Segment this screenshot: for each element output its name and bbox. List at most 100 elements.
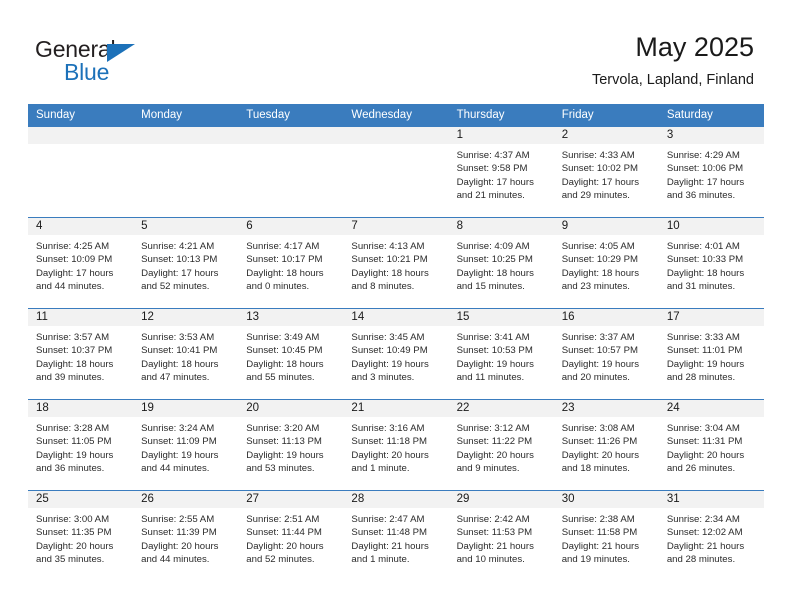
day-details: Sunrise: 3:00 AM Sunset: 11:35 PM Daylight… [28, 508, 133, 567]
calendar-day-cell[interactable]: 18 Sunrise: 3:28 AM Sunset: 11:05 PM Daylig… [28, 399, 134, 491]
sunset-text: Sunset: 11:58 PM [561, 527, 638, 539]
calendar-day-cell[interactable]: 23 Sunrise: 3:08 AM Sunset: 11:26 PM Daylig… [553, 399, 659, 491]
calendar-day-cell[interactable]: 16 Sunrise: 3:37 AM Sunset: 10:57 PM Daylig… [553, 308, 659, 400]
sunrise-text: Sunrise: 2:34 AM [666, 514, 740, 525]
weekday-header-thursday: Thursday [448, 104, 554, 127]
sunset-text: Sunset: 11:44 PM [246, 527, 322, 539]
calendar-day-cell[interactable]: 14 Sunrise: 3:45 AM Sunset: 10:49 PM Daylig… [343, 308, 449, 400]
daylight-text-line2: and 36 minutes. [666, 190, 736, 202]
day-details: Sunrise: 3:04 AM Sunset: 11:31 PM Daylight… [659, 417, 764, 476]
calendar-day-cell[interactable]: 31 Sunrise: 2:34 AM Sunset: 12:02 AM Daylig… [658, 490, 764, 581]
calendar-day-cell[interactable]: 7 Sunrise: 4:13 AM Sunset: 10:21 PM Dayligh… [343, 217, 449, 309]
calendar-day-cell[interactable]: 22 Sunrise: 3:12 AM Sunset: 11:22 PM Daylig… [448, 399, 554, 491]
calendar-day-cell[interactable]: 2 Sunrise: 4:33 AM Sunset: 10:02 PM Dayligh… [553, 126, 659, 218]
daylight-text-line1: Daylight: 20 hours [666, 449, 745, 461]
sunset-text: Sunset: 11:35 PM [36, 527, 112, 539]
day-details: Sunrise: 3:24 AM Sunset: 11:09 PM Daylight… [133, 417, 238, 476]
day-details: Sunrise: 2:55 AM Sunset: 11:39 PM Daylight… [133, 508, 238, 567]
calendar-day-cell[interactable]: 12 Sunrise: 3:53 AM Sunset: 10:41 PM Daylig… [133, 308, 239, 400]
day-details: Sunrise: 4:33 AM Sunset: 10:02 PM Daylight… [554, 144, 659, 203]
day-cell-inner: 21 Sunrise: 3:16 AM Sunset: 11:18 PM Daylig… [343, 400, 449, 490]
day-number: 21 [343, 400, 449, 417]
sunset-text: Sunset: 10:13 PM [141, 254, 218, 266]
calendar-day-cell[interactable]: 8 Sunrise: 4:09 AM Sunset: 10:25 PM Dayligh… [448, 217, 554, 309]
calendar-day-cell[interactable]: 29 Sunrise: 2:42 AM Sunset: 11:53 PM Daylig… [448, 490, 554, 581]
day-number: 23 [553, 400, 659, 417]
calendar-day-cell[interactable]: 25 Sunrise: 3:00 AM Sunset: 11:35 PM Daylig… [28, 490, 134, 581]
sunset-text: Sunset: 10:57 PM [561, 345, 638, 357]
general-blue-logo[interactable]: General Blue [35, 36, 235, 92]
day-cell-inner: 17 Sunrise: 3:33 AM Sunset: 11:01 PM Daylig… [658, 309, 764, 399]
sunset-text: Sunset: 10:41 PM [141, 345, 218, 357]
day-number: 6 [238, 218, 344, 235]
calendar-day-cell[interactable]: 1 Sunrise: 4:37 AM Sunset: 9:58 PM Daylight… [448, 126, 554, 218]
day-details: Sunrise: 3:08 AM Sunset: 11:26 PM Daylight… [554, 417, 659, 476]
weekday-header-tuesday: Tuesday [238, 104, 344, 127]
calendar-day-cell[interactable]: 28 Sunrise: 2:47 AM Sunset: 11:48 PM Daylig… [343, 490, 449, 581]
day-details: Sunrise: 4:29 AM Sunset: 10:06 PM Daylight… [659, 144, 764, 203]
daylight-text-line1: Daylight: 21 hours [666, 540, 745, 552]
calendar-day-cell[interactable]: 19 Sunrise: 3:24 AM Sunset: 11:09 PM Daylig… [133, 399, 239, 491]
day-details: Sunrise: 4:09 AM Sunset: 10:25 PM Daylight… [449, 235, 554, 294]
calendar-day-cell[interactable]: 17 Sunrise: 3:33 AM Sunset: 11:01 PM Daylig… [658, 308, 764, 400]
sunset-text: Sunset: 11:13 PM [246, 436, 322, 448]
sunrise-text: Sunrise: 3:37 AM [561, 332, 635, 343]
calendar-day-cell[interactable]: 20 Sunrise: 3:20 AM Sunset: 11:13 PM Daylig… [238, 399, 344, 491]
calendar-day-cell[interactable]: 26 Sunrise: 2:55 AM Sunset: 11:39 PM Daylig… [133, 490, 239, 581]
sunrise-text: Sunrise: 4:01 AM [666, 241, 740, 252]
sunrise-text: Sunrise: 3:45 AM [351, 332, 425, 343]
calendar-day-cell[interactable]: 6 Sunrise: 4:17 AM Sunset: 10:17 PM Dayligh… [238, 217, 344, 309]
day-details: Sunrise: 4:13 AM Sunset: 10:21 PM Daylight… [343, 235, 448, 294]
day-number: 14 [343, 309, 449, 326]
calendar-day-cell[interactable]: 10 Sunrise: 4:01 AM Sunset: 10:33 PM Daylig… [658, 217, 764, 309]
daylight-text-line2: and 36 minutes. [36, 463, 105, 475]
sunset-text: Sunset: 10:25 PM [456, 254, 533, 266]
daylight-text-line1: Daylight: 17 hours [456, 176, 534, 188]
calendar-day-cell[interactable]: 15 Sunrise: 3:41 AM Sunset: 10:53 PM Daylig… [448, 308, 554, 400]
day-cell-inner: 26 Sunrise: 2:55 AM Sunset: 11:39 PM Daylig… [133, 491, 239, 581]
day-number [28, 127, 134, 144]
calendar-day-cell[interactable]: 4 Sunrise: 4:25 AM Sunset: 10:09 PM Dayligh… [28, 217, 134, 309]
calendar-day-cell[interactable]: 9 Sunrise: 4:05 AM Sunset: 10:29 PM Dayligh… [553, 217, 659, 309]
day-number: 26 [133, 491, 239, 508]
sunset-text: Sunset: 10:21 PM [351, 254, 428, 266]
daylight-text-line1: Daylight: 19 hours [561, 358, 640, 370]
daylight-text-line2: and 31 minutes. [666, 281, 736, 293]
sunset-text: Sunset: 11:31 PM [666, 436, 743, 448]
day-cell-inner: 14 Sunrise: 3:45 AM Sunset: 10:49 PM Daylig… [343, 309, 449, 399]
calendar-day-cell[interactable]: 27 Sunrise: 2:51 AM Sunset: 11:44 PM Daylig… [238, 490, 344, 581]
daylight-text-line1: Daylight: 18 hours [351, 267, 429, 279]
calendar-day-cell-empty [343, 126, 449, 218]
daylight-text-line2: and 1 minute. [351, 463, 410, 475]
sunrise-text: Sunrise: 4:33 AM [561, 150, 635, 161]
sunrise-text: Sunrise: 4:29 AM [666, 150, 740, 161]
day-cell-inner: 19 Sunrise: 3:24 AM Sunset: 11:09 PM Daylig… [133, 400, 239, 490]
day-cell-inner: 12 Sunrise: 3:53 AM Sunset: 10:41 PM Daylig… [133, 309, 239, 399]
sunset-text: Sunset: 10:09 PM [36, 254, 113, 266]
daylight-text-line2: and 1 minute. [351, 554, 410, 566]
calendar-week-row: 25 Sunrise: 3:00 AM Sunset: 11:35 PM Daylig… [28, 490, 764, 581]
day-cell-inner: 29 Sunrise: 2:42 AM Sunset: 11:53 PM Daylig… [448, 491, 554, 581]
calendar-day-cell-empty [28, 126, 134, 218]
calendar-day-cell[interactable]: 13 Sunrise: 3:49 AM Sunset: 10:45 PM Daylig… [238, 308, 344, 400]
daylight-text-line1: Daylight: 18 hours [36, 358, 114, 370]
day-cell-inner: 25 Sunrise: 3:00 AM Sunset: 11:35 PM Daylig… [28, 491, 134, 581]
day-number: 10 [658, 218, 764, 235]
daylight-text-line1: Daylight: 19 hours [141, 449, 219, 461]
day-details [28, 144, 133, 149]
calendar-day-cell[interactable]: 24 Sunrise: 3:04 AM Sunset: 11:31 PM Daylig… [658, 399, 764, 491]
calendar-week-row: 4 Sunrise: 4:25 AM Sunset: 10:09 PM Dayligh… [28, 217, 764, 309]
daylight-text-line2: and 44 minutes. [141, 463, 210, 475]
day-details: Sunrise: 4:37 AM Sunset: 9:58 PM Daylight:… [449, 144, 554, 203]
calendar-day-cell[interactable]: 11 Sunrise: 3:57 AM Sunset: 10:37 PM Daylig… [28, 308, 134, 400]
sunrise-text: Sunrise: 3:24 AM [141, 423, 215, 434]
calendar-day-cell[interactable]: 30 Sunrise: 2:38 AM Sunset: 11:58 PM Daylig… [553, 490, 659, 581]
calendar-day-cell[interactable]: 3 Sunrise: 4:29 AM Sunset: 10:06 PM Dayligh… [658, 126, 764, 218]
calendar-day-cell[interactable]: 5 Sunrise: 4:21 AM Sunset: 10:13 PM Dayligh… [133, 217, 239, 309]
sunrise-text: Sunrise: 2:38 AM [561, 514, 635, 525]
calendar-day-cell[interactable]: 21 Sunrise: 3:16 AM Sunset: 11:18 PM Daylig… [343, 399, 449, 491]
sunrise-text: Sunrise: 3:28 AM [36, 423, 110, 434]
day-number: 16 [553, 309, 659, 326]
day-number: 11 [28, 309, 134, 326]
day-cell-inner: 30 Sunrise: 2:38 AM Sunset: 11:58 PM Daylig… [553, 491, 659, 581]
